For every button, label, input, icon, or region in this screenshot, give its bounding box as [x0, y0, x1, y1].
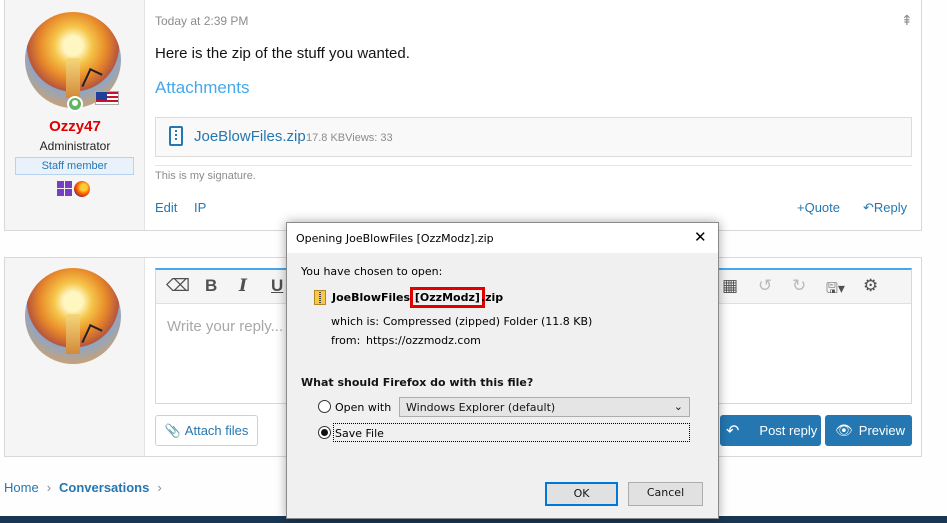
save-file-radio[interactable]: [318, 426, 331, 439]
attach-files-label: Attach files: [184, 423, 249, 438]
os-browser-icons: [57, 181, 90, 197]
breadcrumb-home[interactable]: Home: [4, 480, 39, 495]
attach-files-button[interactable]: 📎 Attach files: [155, 415, 258, 446]
preview-label: Preview: [858, 423, 906, 438]
quote-label: Quote: [804, 200, 841, 215]
dropdown-caret-icon: ⌄: [673, 400, 683, 413]
eraser-icon[interactable]: ⌫: [166, 276, 190, 296]
us-flag-icon: [95, 91, 119, 105]
open-with-value: Windows Explorer (default): [406, 401, 556, 414]
save-file-label[interactable]: Save File: [335, 427, 384, 440]
preview-button[interactable]: 👁 Preview: [825, 415, 912, 446]
breadcrumb-conversations[interactable]: Conversations: [59, 480, 149, 495]
table-icon[interactable]: ▦: [722, 276, 738, 296]
reply-user-cell: [5, 258, 145, 456]
ip-link[interactable]: IP: [194, 200, 206, 215]
dialog-title: Opening JoeBlowFiles [OzzModz].zip: [296, 232, 494, 245]
quote-link[interactable]: +Quote: [797, 200, 840, 215]
message-post: Ozzy47 Administrator Staff member Today …: [4, 0, 922, 231]
from-value: https://ozzmodz.com: [366, 334, 481, 347]
reply-label: Reply: [873, 200, 908, 215]
attachment-item[interactable]: JoeBlowFiles.zip 17.8 KBViews: 33: [155, 117, 912, 157]
bold-button[interactable]: B: [205, 276, 217, 296]
reply-link[interactable]: ↶Reply: [863, 200, 907, 216]
open-with-label[interactable]: Open with: [335, 401, 391, 414]
plus-icon: +: [797, 200, 805, 215]
file-name-end: .zip: [480, 291, 504, 304]
open-with-radio[interactable]: [318, 400, 331, 413]
post-body: Here is the zip of the stuff you wanted.: [155, 45, 410, 62]
ok-button[interactable]: OK: [545, 482, 618, 506]
cancel-button[interactable]: Cancel: [628, 482, 703, 506]
windows-icon: [57, 181, 72, 196]
edit-link[interactable]: Edit: [155, 200, 177, 215]
breadcrumb: Home › Conversations ›: [4, 480, 162, 495]
reply-icon: ↶: [726, 422, 740, 440]
save-draft-icon[interactable]: 🖫▾: [826, 278, 845, 302]
dialog-intro: You have chosen to open:: [301, 265, 443, 278]
italic-button[interactable]: I: [239, 276, 247, 296]
chevron-right-icon: ›: [46, 480, 52, 495]
file-name-start: JoeBlowFiles: [332, 291, 414, 304]
reply-avatar: [25, 268, 121, 364]
attachments-heading: Attachments: [155, 78, 250, 97]
staff-badge: Staff member: [15, 157, 134, 175]
gear-icon[interactable]: ⚙: [863, 276, 878, 296]
attachment-link[interactable]: JoeBlowFiles.zip: [194, 128, 306, 145]
post-reply-button[interactable]: ↶ Post reply: [720, 415, 821, 446]
from-label: from:: [331, 334, 361, 347]
eye-icon: 👁: [835, 422, 853, 438]
post-reply-label: Post reply: [759, 423, 818, 438]
which-is-label: which is:: [331, 315, 380, 328]
dialog-titlebar: Opening JoeBlowFiles [OzzModz].zip ✕: [287, 223, 718, 253]
post-timestamp[interactable]: Today at 2:39 PM: [155, 14, 248, 28]
signature-divider: [155, 165, 912, 166]
dialog-question: What should Firefox do with this file?: [301, 376, 534, 389]
dialog-file-name: JoeBlowFiles [OzzModz] .zip: [332, 287, 504, 308]
file-name-highlight: [OzzModz]: [409, 287, 485, 308]
firefox-icon: [74, 181, 90, 197]
redo-icon[interactable]: ↻: [792, 276, 806, 296]
paperclip-icon: 📎: [164, 422, 181, 438]
user-cell: Ozzy47 Administrator Staff member: [5, 0, 145, 230]
attachment-meta: 17.8 KBViews: 33: [306, 132, 393, 144]
reply-placeholder: Write your reply...: [167, 318, 284, 335]
undo-icon[interactable]: ↺: [758, 276, 772, 296]
close-icon[interactable]: ✕: [694, 228, 707, 246]
online-status-icon: [67, 96, 83, 112]
share-icon[interactable]: ⇞: [901, 12, 913, 29]
open-with-select[interactable]: Windows Explorer (default) ⌄: [399, 397, 690, 417]
signature: This is my signature.: [155, 170, 256, 182]
zip-folder-icon: [314, 290, 326, 305]
which-is-value: Compressed (zipped) Folder (11.8 KB): [383, 315, 593, 328]
chevron-right-icon: ›: [157, 480, 162, 495]
file-zip-icon: [169, 126, 183, 146]
username[interactable]: Ozzy47: [5, 118, 145, 135]
download-dialog: Opening JoeBlowFiles [OzzModz].zip ✕ You…: [286, 222, 719, 519]
reply-icon: ↶: [863, 200, 874, 215]
user-title: Administrator: [39, 139, 111, 153]
save-file-focus: [333, 423, 690, 442]
underline-button[interactable]: U: [271, 276, 283, 296]
